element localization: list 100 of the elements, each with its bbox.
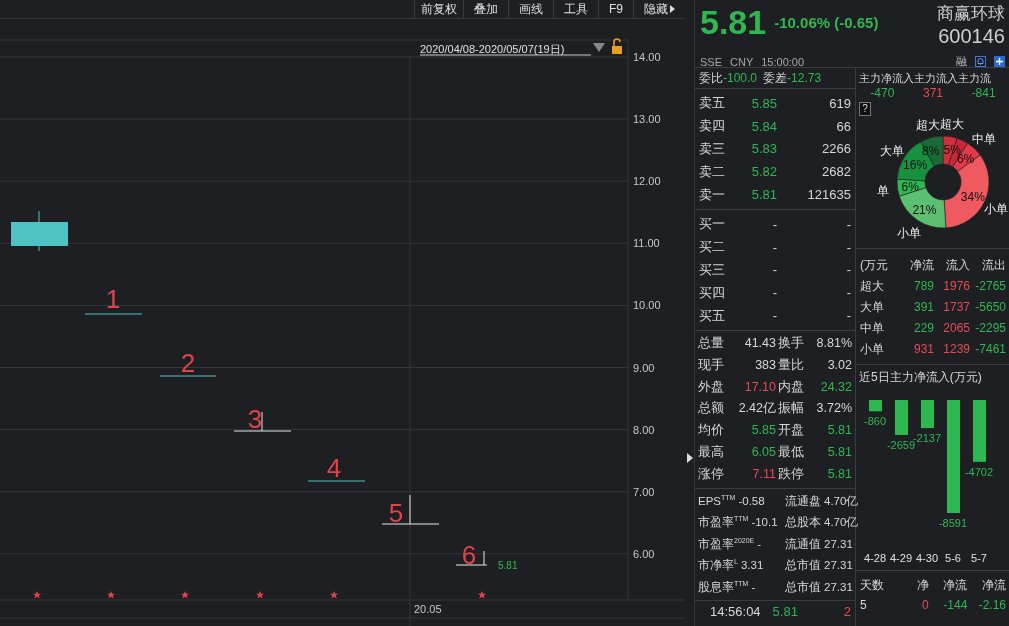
marker-number: 2 xyxy=(180,348,196,378)
stat-value: 7.11 xyxy=(752,465,776,483)
flow-row-label: 中单 xyxy=(860,320,885,337)
flow-net: 391 xyxy=(912,299,934,316)
quote-time: 15:00:00 xyxy=(761,55,805,68)
bid-level-label: 买四 xyxy=(699,283,725,302)
flow-column-header: 流入 xyxy=(945,257,970,274)
stat-label: 均价 xyxy=(698,422,724,440)
bid-volume: - xyxy=(845,262,851,278)
stat-label: 总市值 xyxy=(785,558,821,574)
stat-value: 3.31 xyxy=(740,558,764,574)
stat-value: 2.42亿 xyxy=(738,400,776,418)
flow-value: -841 xyxy=(971,86,996,100)
bid-diff-value: -12.73 xyxy=(787,71,822,85)
star-icon xyxy=(107,591,115,599)
stat-value: - xyxy=(751,579,756,595)
price-axis-label: 7.00 xyxy=(633,485,655,498)
flow-row-label: 超大 xyxy=(860,278,885,295)
flow-net: 789 xyxy=(912,278,934,295)
flow-in: 2065 xyxy=(942,320,970,337)
flow-header: 主力流入 xyxy=(914,71,958,86)
stat-value: - xyxy=(757,536,762,552)
collapse-arrow-icon[interactable] xyxy=(686,453,693,463)
stat-label: 内盘 xyxy=(778,378,804,396)
bar-date-label: 5-6 xyxy=(945,552,961,564)
bid-price: - xyxy=(771,239,777,255)
stat-label: 总股本 xyxy=(785,515,821,531)
date-range-link[interactable]: 2020/04/08-2020/05/07(19日) xyxy=(420,43,565,55)
bar-date-label: 4-30 xyxy=(916,552,938,564)
margin-label: 融 xyxy=(956,54,967,69)
flow-row-label: 大单 xyxy=(860,299,885,316)
bar-value-label: -860 xyxy=(864,415,886,428)
marker-number: 5 xyxy=(388,498,404,528)
stat-value: 6.05 xyxy=(751,443,776,461)
stock-name: 商赢环球 xyxy=(937,3,1005,25)
stat-label: 涨停 xyxy=(698,465,724,483)
slice-category: 小单 xyxy=(984,201,1008,216)
stat-value: 5.85 xyxy=(751,422,776,440)
summary-header: 天数 xyxy=(860,577,885,594)
stat-value: -0.58 xyxy=(738,493,765,509)
price-axis-label: 13.00 xyxy=(633,113,661,126)
star-icon xyxy=(33,591,41,599)
ask-level-label: 卖五 xyxy=(699,94,725,113)
help-button[interactable]: ? xyxy=(859,102,871,116)
currency-label: CNY xyxy=(730,55,754,68)
bar xyxy=(869,400,882,412)
flow-net: 931 xyxy=(912,341,934,358)
bell-icon[interactable] xyxy=(975,56,986,67)
bar-date-label: 5-7 xyxy=(971,552,987,564)
price-axis-label: 11.00 xyxy=(633,237,660,250)
stat-label: 量比 xyxy=(778,356,804,374)
marker-number: 3 xyxy=(247,404,263,434)
stat-label: 最高 xyxy=(698,443,724,461)
star-icon xyxy=(181,591,189,599)
slice-percent: 8% xyxy=(922,144,940,159)
price-axis-label: 9.00 xyxy=(633,361,655,374)
ask-level-label: 卖一 xyxy=(699,185,725,204)
stat-value: -10.1 xyxy=(751,515,778,531)
trade-volume: 2 xyxy=(843,604,851,620)
stat-value: 5.81 xyxy=(827,422,852,440)
bar-value-label: -4702 xyxy=(964,465,994,478)
flow-column-header: (万元 xyxy=(860,257,889,274)
stat-value: 27.31 xyxy=(824,579,853,595)
summary-value: -2.16 xyxy=(977,597,1006,614)
bar-date-label: 4-28 xyxy=(864,552,886,564)
stat-label: 市盈率$^{TTM}$ xyxy=(698,514,749,531)
flow-out: -2765 xyxy=(974,278,1006,295)
bid-level-label: 买五 xyxy=(699,306,725,325)
slice-percent: 6% xyxy=(901,180,919,195)
flow-in: 1976 xyxy=(942,278,970,295)
ask-price: 5.83 xyxy=(750,141,777,157)
bar-date-label: 4-29 xyxy=(890,552,912,564)
chart-title: 近5日主力净流入(万元) xyxy=(858,369,983,386)
stat-value: 383 xyxy=(755,356,776,374)
ask-level-label: 卖四 xyxy=(699,117,725,136)
bid-level-label: 买二 xyxy=(699,238,725,257)
ask-price: 5.84 xyxy=(750,118,777,134)
lock-icon[interactable] xyxy=(612,38,622,54)
price-axis-label: 8.00 xyxy=(633,423,655,436)
date-axis-label: 20.05 xyxy=(414,603,442,615)
bar-value-label: -2659 xyxy=(886,438,916,451)
stat-label: 股息率$^{TTM}$ xyxy=(698,578,749,595)
add-icon[interactable] xyxy=(994,56,1005,67)
bid-price: - xyxy=(771,262,777,278)
stat-label: 流通盘 xyxy=(785,493,821,509)
ask-level-label: 卖二 xyxy=(699,162,725,181)
bid-price: - xyxy=(771,285,777,301)
bid-volume: - xyxy=(845,308,851,324)
stat-value: 4.70亿 xyxy=(824,515,859,531)
flow-value: 371 xyxy=(922,86,943,100)
ask-price: 5.82 xyxy=(750,164,777,180)
star-icon xyxy=(330,591,338,599)
slice-category: 超大 xyxy=(940,116,965,131)
price-change: -10.06% (-0.65) xyxy=(774,14,879,31)
caret-icon xyxy=(670,5,675,13)
dropdown-icon[interactable] xyxy=(593,43,605,52)
star-icon xyxy=(256,591,264,599)
summary-value: 5 xyxy=(860,597,868,614)
stat-value: 4.70亿 xyxy=(824,493,859,509)
flow-row-label: 小单 xyxy=(860,341,885,358)
